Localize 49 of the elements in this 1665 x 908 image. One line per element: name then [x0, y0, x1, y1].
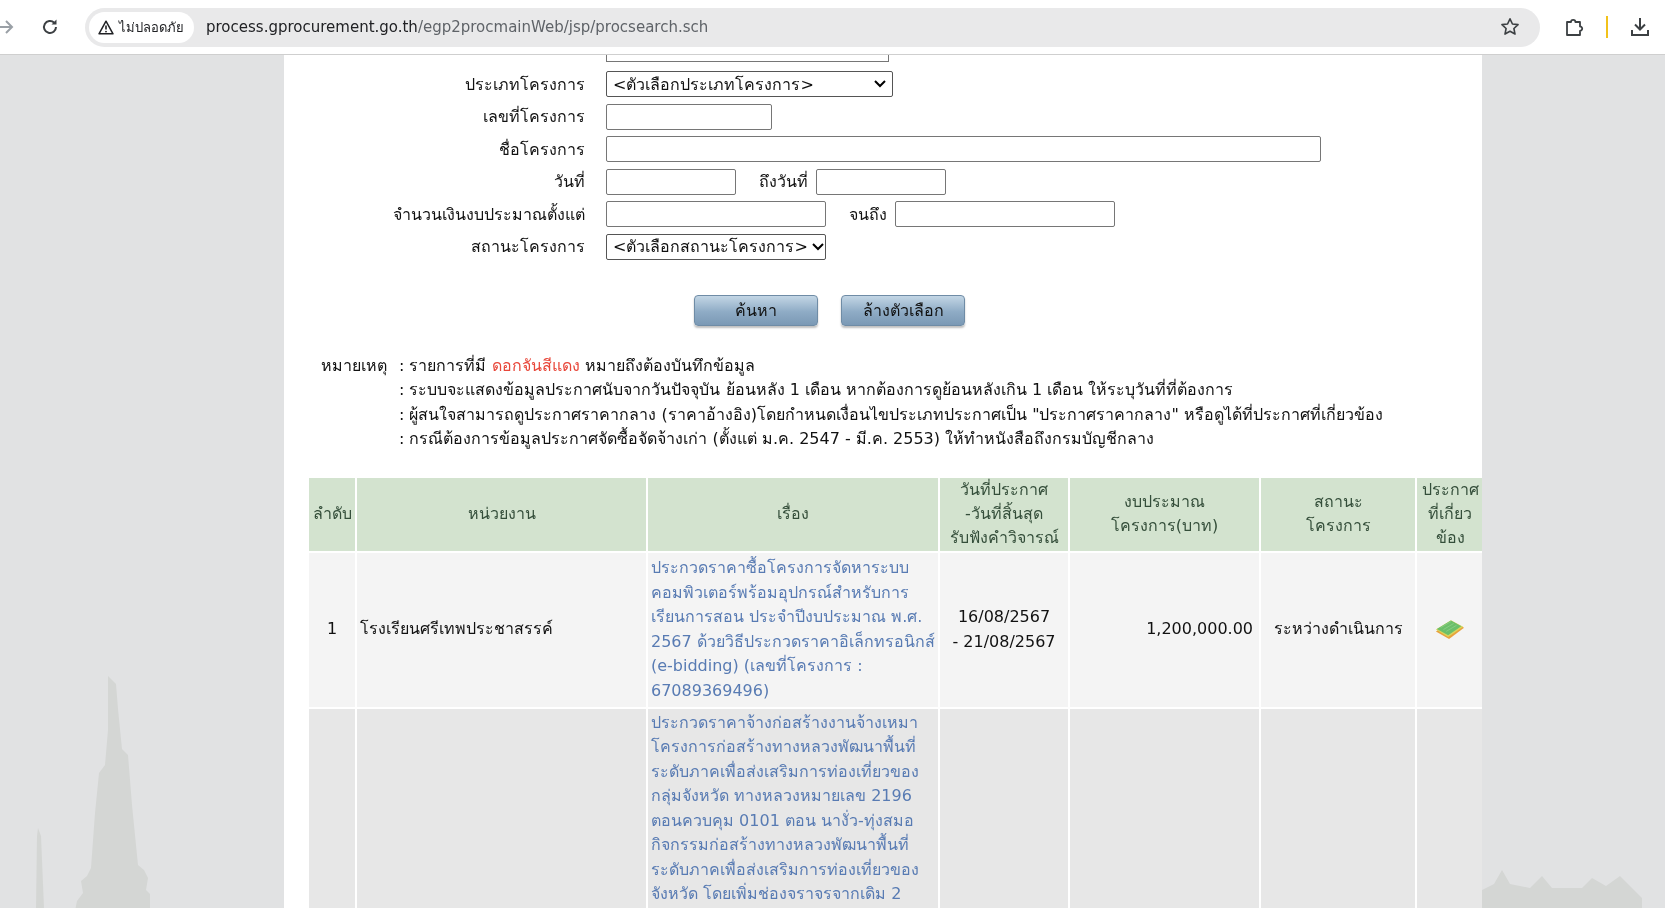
security-chip[interactable]: ไม่ปลอดภัย	[89, 11, 194, 43]
note-text: : รายการที่มี ดอกจันสีแดง หมายถึงต้องบันทึกข้อมูล	[399, 354, 756, 378]
search-button[interactable]: ค้นหา	[694, 294, 818, 326]
column-header: หน่วยงาน	[357, 477, 646, 551]
column-header: ประกาศ ที่เกี่ยว ข้อง	[1417, 477, 1482, 551]
field-label: จนถึง	[849, 203, 887, 226]
table-cell: ระหว่างดำเนินการ	[1261, 552, 1415, 707]
forward-arrow-icon[interactable]	[0, 19, 14, 35]
chevron-down-icon	[874, 80, 886, 88]
star-icon[interactable]	[1500, 17, 1520, 37]
field-label: ประเภทโครงการ	[464, 73, 585, 96]
project-title-link[interactable]: ประกวดราคาซื้อโครงการจัดหาระบบคอมพิวเตอร์พร้อมอุปกรณ์สำหรับการเรียนการสอน ประจำปีงบประมาณ พ.ศ. 2567 ด้วยวิธีประกวดราคาอิเล็กทรอนิกส์ (e-bidding) (เลขที่โครงการ : 67089369496)	[651, 556, 935, 703]
url-text[interactable]: process.gprocurement.go.th/egp2procmainWeb/jsp/procsearch.sch	[206, 18, 1500, 36]
text-field[interactable]	[606, 201, 826, 227]
puzzle-piece-icon[interactable]	[1564, 17, 1584, 37]
field-label: จำนวนเงินงบประมาณตั้งแต่	[392, 202, 585, 226]
download-icon[interactable]	[1630, 17, 1650, 37]
select-field[interactable]: <ตัวเลือกประเภทโครงการ>	[606, 71, 893, 97]
warning-icon	[98, 19, 114, 35]
address-bar[interactable]: ไม่ปลอดภัย process.gprocurement.go.th/egp2procmainWeb/jsp/procsearch.sch	[85, 7, 1540, 47]
column-header: วันที่ประกาศ -วันที่สิ้นสุด รับฟังคำวิจารณ์	[940, 477, 1068, 551]
text-field[interactable]	[606, 103, 772, 130]
text-field[interactable]	[606, 136, 1321, 162]
clear-button[interactable]: ล้างตัวเลือก	[841, 294, 965, 326]
chevron-down-icon	[811, 242, 824, 251]
note-text: : ระบบจะแสดงข้อมูลประกาศนับจากวันปัจจุบัน ย้อนหลัง 1 เดือน หากต้องการดูย้อนหลังเกิน 1 เดือน ให้ระบุวันที่ที่ต้องการ	[399, 378, 1235, 402]
note-text: : กรณีต้องการข้อมูลประกาศจัดซื้อจัดจ้างเก่า (ตั้งแต่ ม.ค. 2547 - มี.ค. 2553) ให้ทำหนังสือถึงกรมบัญชีกลาง	[399, 427, 1156, 451]
reload-icon[interactable]	[41, 18, 59, 36]
note-label: หมายเหตุ	[321, 354, 388, 378]
project-title-link[interactable]: ประกวดราคาจ้างก่อสร้างงานจ้างเหมาโครงการก่อสร้างทางหลวงพัฒนาพื้นที่ระดับภาคเพื่อส่งเสริมการท่องเที่ยวของกลุ่มจังหวัด ทางหลวงหมายเลข 2196 ตอนควบคุม 0101 ตอน นางั่ว-ทุ่งสมอ กิจกรรมก่อสร้างทางหลวงพัฒนาพื้นที่ระดับภาคเพื่อส่งเสริมการท่องเที่ยวของจังหวัด โดยเพิ่มช่องจราจรจากเดิม 2	[651, 710, 935, 907]
column-header: งบประมาณ โครงการ(บาท)	[1070, 477, 1259, 551]
column-header: เรื่อง	[648, 477, 938, 551]
table-cell: 16/08/2567 - 21/08/2567	[940, 552, 1068, 707]
field-label: ชื่อโครงการ	[498, 138, 585, 161]
text-field[interactable]	[816, 168, 946, 195]
table-cell: 1,200,000.00	[1070, 552, 1259, 707]
select-field[interactable]	[606, 55, 889, 62]
field-label: สถานะโครงการ	[470, 236, 585, 258]
note-text: : ผู้สนใจสามารถดูประกาศราคากลาง (ราคาอ้างอิง)โดยกำหนดเงื่อนไขประเภทประกาศเป็น "ประกาศราคากลาง" หรือดูได้ที่ประกาศที่เกี่ยวข้อง	[399, 403, 1384, 427]
select-field[interactable]: <ตัวเลือกสถานะโครงการ>	[606, 233, 826, 260]
table-cell: 1	[309, 552, 355, 707]
text-field[interactable]	[606, 168, 736, 195]
column-header: ลำดับ	[309, 477, 355, 551]
field-label: วันที่	[553, 170, 585, 193]
field-label: ถึงวันที่	[759, 170, 808, 193]
column-header: สถานะ โครงการ	[1261, 477, 1415, 551]
table-cell: โรงเรียนศรีเทพประชาสรรค์	[357, 552, 646, 707]
text-field[interactable]	[895, 201, 1115, 227]
field-label: เลขที่โครงการ	[482, 105, 585, 128]
